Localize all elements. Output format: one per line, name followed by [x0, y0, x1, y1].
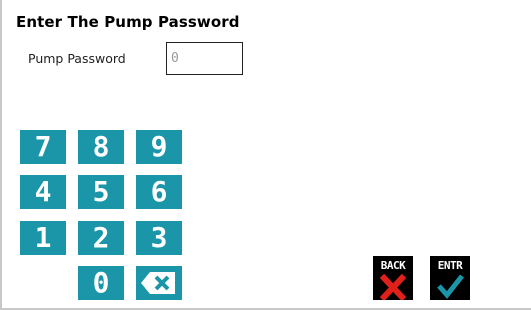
- back-button[interactable]: BACK: [373, 256, 413, 300]
- backspace-icon: [141, 272, 175, 294]
- key-2[interactable]: 2: [78, 221, 124, 255]
- key-8[interactable]: 8: [78, 130, 124, 164]
- key-9[interactable]: 9: [136, 130, 182, 164]
- pump-password-screen: Enter The Pump Password Pump Password 0 …: [0, 0, 531, 310]
- key-0[interactable]: 0: [78, 266, 124, 300]
- enter-button[interactable]: ENTR: [430, 256, 470, 300]
- key-4[interactable]: 4: [20, 175, 66, 209]
- backspace-key[interactable]: [136, 266, 182, 300]
- check-icon: [437, 274, 464, 299]
- key-3[interactable]: 3: [136, 221, 182, 255]
- red-x-icon: [379, 273, 407, 300]
- pump-password-label: Pump Password: [28, 51, 126, 66]
- page-title: Enter The Pump Password: [16, 13, 240, 31]
- key-7[interactable]: 7: [20, 130, 66, 164]
- pump-password-input[interactable]: 0: [166, 42, 243, 75]
- key-6[interactable]: 6: [136, 175, 182, 209]
- key-1[interactable]: 1: [20, 221, 66, 255]
- key-5[interactable]: 5: [78, 175, 124, 209]
